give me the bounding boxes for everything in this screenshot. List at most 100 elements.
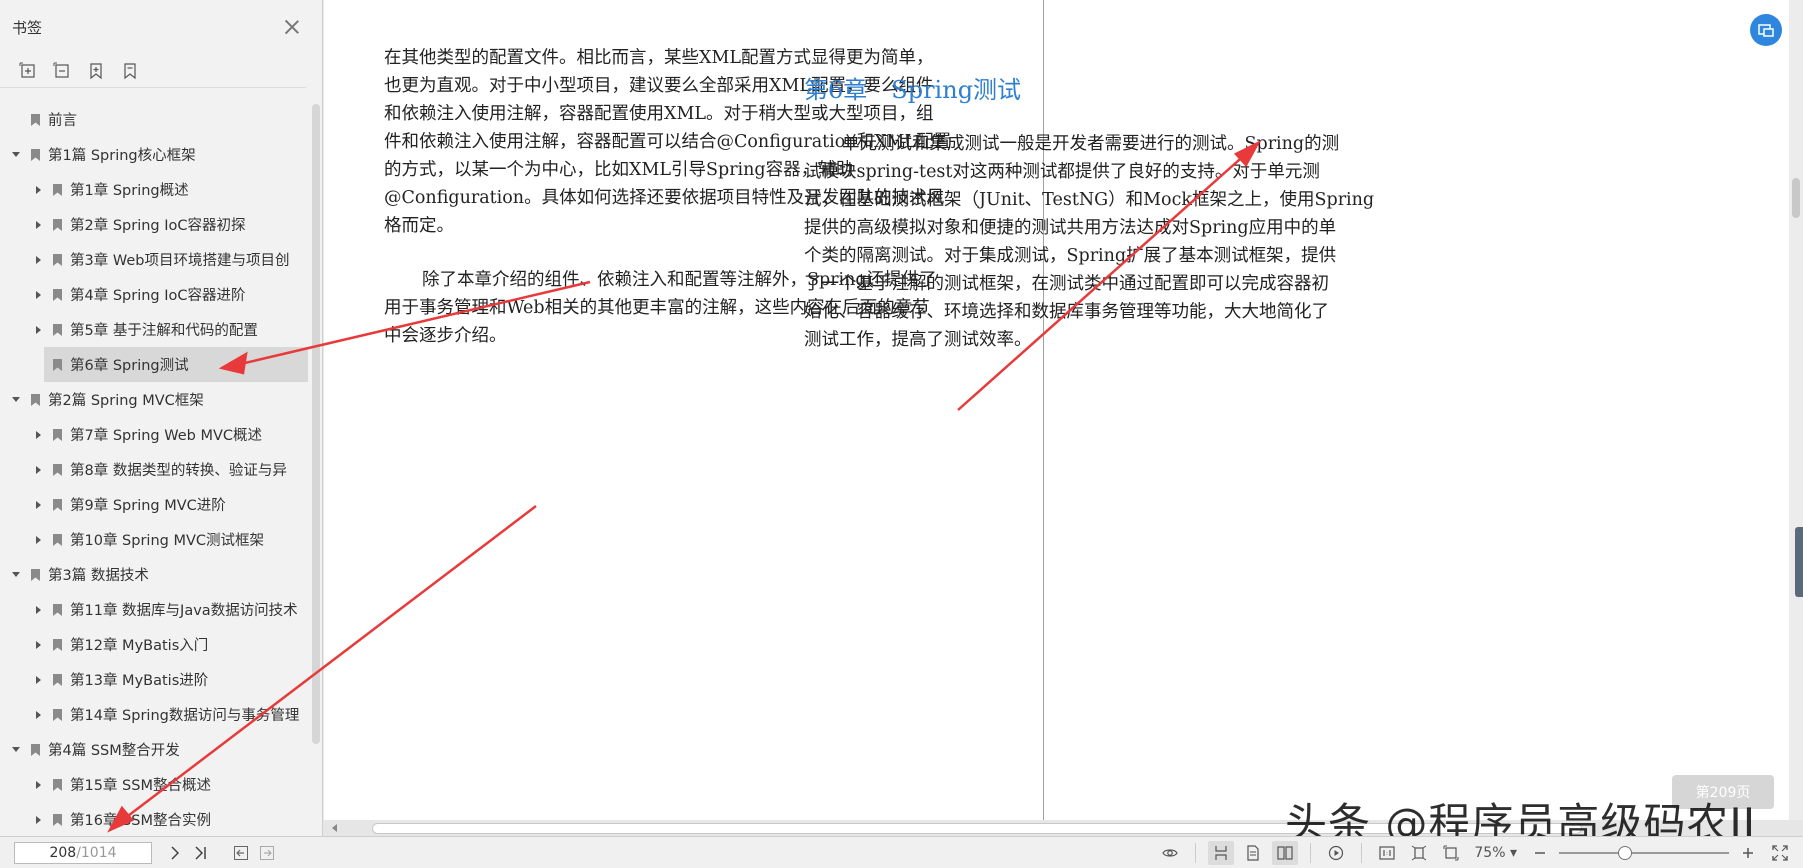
bookmark-item[interactable]: 第1章 Spring概述 [0, 172, 308, 207]
expand-arrow-icon[interactable] [30, 605, 46, 614]
eye-protection-icon[interactable] [1157, 841, 1183, 865]
bookmark-item[interactable]: 第1篇 Spring核心框架 [0, 137, 308, 172]
play-icon[interactable] [1323, 841, 1349, 865]
bookmark-item-icon [28, 567, 42, 583]
fit-width-icon[interactable] [1438, 841, 1464, 865]
bookmark-item[interactable]: 第4章 Spring IoC容器进阶 [0, 277, 308, 312]
expand-arrow-icon[interactable] [30, 325, 46, 334]
zoom-value: 75% [1474, 845, 1506, 861]
expand-arrow-icon[interactable] [30, 710, 46, 719]
last-page-icon[interactable] [188, 841, 214, 865]
next-page-icon[interactable] [162, 841, 188, 865]
expand-arrow-icon[interactable] [30, 640, 46, 649]
bookmark-item-label: 第2章 Spring IoC容器初探 [70, 218, 246, 234]
close-icon[interactable] [282, 17, 302, 37]
bookmark-item-label: 第4篇 SSM整合开发 [48, 743, 180, 759]
expand-arrow-icon[interactable] [44, 361, 46, 369]
bookmark-item[interactable]: 第3章 Web项目环境搭建与项目创 [0, 242, 308, 277]
expand-all-icon[interactable] [18, 61, 38, 81]
add-bookmark-icon[interactable] [86, 61, 106, 81]
bookmark-item[interactable]: 第5章 基于注解和代码的配置 [0, 312, 308, 347]
expand-arrow-icon[interactable] [30, 465, 46, 474]
scroll-left-icon[interactable] [332, 824, 337, 832]
bookmark-item-icon [50, 637, 64, 653]
bookmark-item[interactable]: 前言 [0, 102, 308, 137]
bookmark-item-label: 第14章 Spring数据访问与事务管理 [70, 708, 300, 724]
text-line: 提供的高级模拟对象和便捷的测试共用方法达成对Spring应用中的单 [804, 218, 1337, 238]
total-pages: /1014 [76, 844, 117, 861]
expand-arrow-icon[interactable] [30, 430, 46, 439]
floating-tool-button[interactable] [1750, 14, 1782, 46]
bookmark-item-label: 第5章 基于注解和代码的配置 [70, 323, 258, 339]
bookmark-item-label: 第13章 MyBatis进阶 [70, 673, 209, 689]
bookmark-item-label: 第9章 Spring MVC进阶 [70, 498, 226, 514]
text-line: 单元测试和集成测试一般是开发者需要进行的测试。Spring的测 [842, 134, 1340, 154]
bookmark-item[interactable]: 第6章 Spring测试 [44, 347, 308, 382]
bookmark-item-label: 第3章 Web项目环境搭建与项目创 [70, 253, 290, 269]
back-icon[interactable] [228, 841, 254, 865]
bookmark-item[interactable]: 第9章 Spring MVC进阶 [0, 487, 308, 522]
zoom-slider[interactable] [1559, 845, 1729, 861]
bookmark-item[interactable]: 第8章 数据类型的转换、验证与异 [0, 452, 308, 487]
bookmark-item-label: 第1章 Spring概述 [70, 183, 189, 199]
collapse-arrow-icon[interactable] [8, 572, 24, 577]
collapse-arrow-icon[interactable] [8, 152, 24, 157]
bookmark-item-icon [50, 532, 64, 548]
collapse-arrow-icon[interactable] [8, 397, 24, 402]
bookmark-item-icon [28, 742, 42, 758]
bookmark-panel: 书签 前言 第1篇 Spring核心框架第1章 Spring概述第2章 Sprin… [0, 0, 323, 836]
bookmark-item[interactable]: 第14章 Spring数据访问与事务管理 [0, 697, 308, 732]
forward-icon[interactable] [254, 841, 280, 865]
bookmark-item[interactable]: 第2篇 Spring MVC框架 [0, 382, 308, 417]
bookmark-item-icon [50, 777, 64, 793]
bookmark-item-label: 第16章 SSM整合实例 [70, 813, 211, 829]
bookmark-item[interactable]: 第13章 MyBatis进阶 [0, 662, 308, 697]
page-number-input[interactable]: 208/1014 [14, 841, 152, 864]
bookmark-icon[interactable] [120, 61, 140, 81]
zoom-in-icon[interactable] [1735, 841, 1761, 865]
bookmark-item[interactable]: 第10章 Spring MVC测试框架 [0, 522, 308, 557]
bookmark-item[interactable]: 第16章 SSM整合实例 [0, 802, 308, 836]
expand-arrow-icon[interactable] [30, 220, 46, 229]
zoom-out-icon[interactable] [1527, 841, 1553, 865]
zoom-slider-knob[interactable] [1618, 846, 1632, 860]
fullscreen-icon[interactable] [1767, 841, 1793, 865]
bookmark-item-icon [50, 672, 64, 688]
continuous-view-icon[interactable] [1208, 841, 1235, 865]
bookmark-item-label: 第11章 数据库与Java数据访问技术 [70, 603, 298, 619]
bookmark-tree: 前言 第1篇 Spring核心框架第1章 Spring概述第2章 Spring I… [0, 102, 308, 836]
single-page-icon[interactable] [1240, 841, 1266, 865]
actual-size-icon[interactable] [1374, 841, 1400, 865]
bookmark-item[interactable]: 第12章 MyBatis入门 [0, 627, 308, 662]
expand-arrow-icon[interactable] [30, 290, 46, 299]
expand-arrow-icon[interactable] [30, 780, 46, 789]
fit-page-icon[interactable] [1406, 841, 1432, 865]
collapse-arrow-icon[interactable] [8, 747, 24, 752]
bookmark-scrollbar[interactable] [312, 104, 320, 744]
bookmark-item[interactable]: 第15章 SSM整合概述 [0, 767, 308, 802]
expand-arrow-icon[interactable] [30, 255, 46, 264]
bookmark-panel-header: 书签 [0, 0, 322, 54]
bookmark-item[interactable]: 第4篇 SSM整合开发 [0, 732, 308, 767]
bookmark-item-icon [50, 462, 64, 478]
bookmark-item[interactable]: 第3篇 数据技术 [0, 557, 308, 592]
bookmark-item[interactable]: 第7章 Spring Web MVC概述 [0, 417, 308, 452]
expand-arrow-icon[interactable] [30, 185, 46, 194]
expand-arrow-icon[interactable] [30, 535, 46, 544]
expand-arrow-icon[interactable] [30, 500, 46, 509]
vertical-scrollbar-thumb[interactable] [1792, 178, 1800, 218]
bookmark-item-icon [50, 252, 64, 268]
bookmark-item[interactable]: 第11章 数据库与Java数据访问技术 [0, 592, 308, 627]
bookmark-item-icon [50, 357, 64, 373]
expand-arrow-icon[interactable] [30, 675, 46, 684]
vertical-scrollbar[interactable] [1789, 0, 1803, 820]
collapse-all-icon[interactable] [52, 61, 72, 81]
chapter-heading: 第6章 Spring测试 [804, 70, 1021, 105]
bookmark-item-icon [50, 707, 64, 723]
expand-arrow-icon[interactable] [30, 815, 46, 824]
two-page-icon[interactable] [1272, 841, 1299, 865]
zoom-dropdown[interactable]: 75% ▾ [1474, 845, 1517, 861]
bookmark-item-label: 第3篇 数据技术 [48, 568, 149, 584]
bookmark-item[interactable]: 第2章 Spring IoC容器初探 [0, 207, 308, 242]
side-panel-handle[interactable] [1795, 527, 1803, 597]
